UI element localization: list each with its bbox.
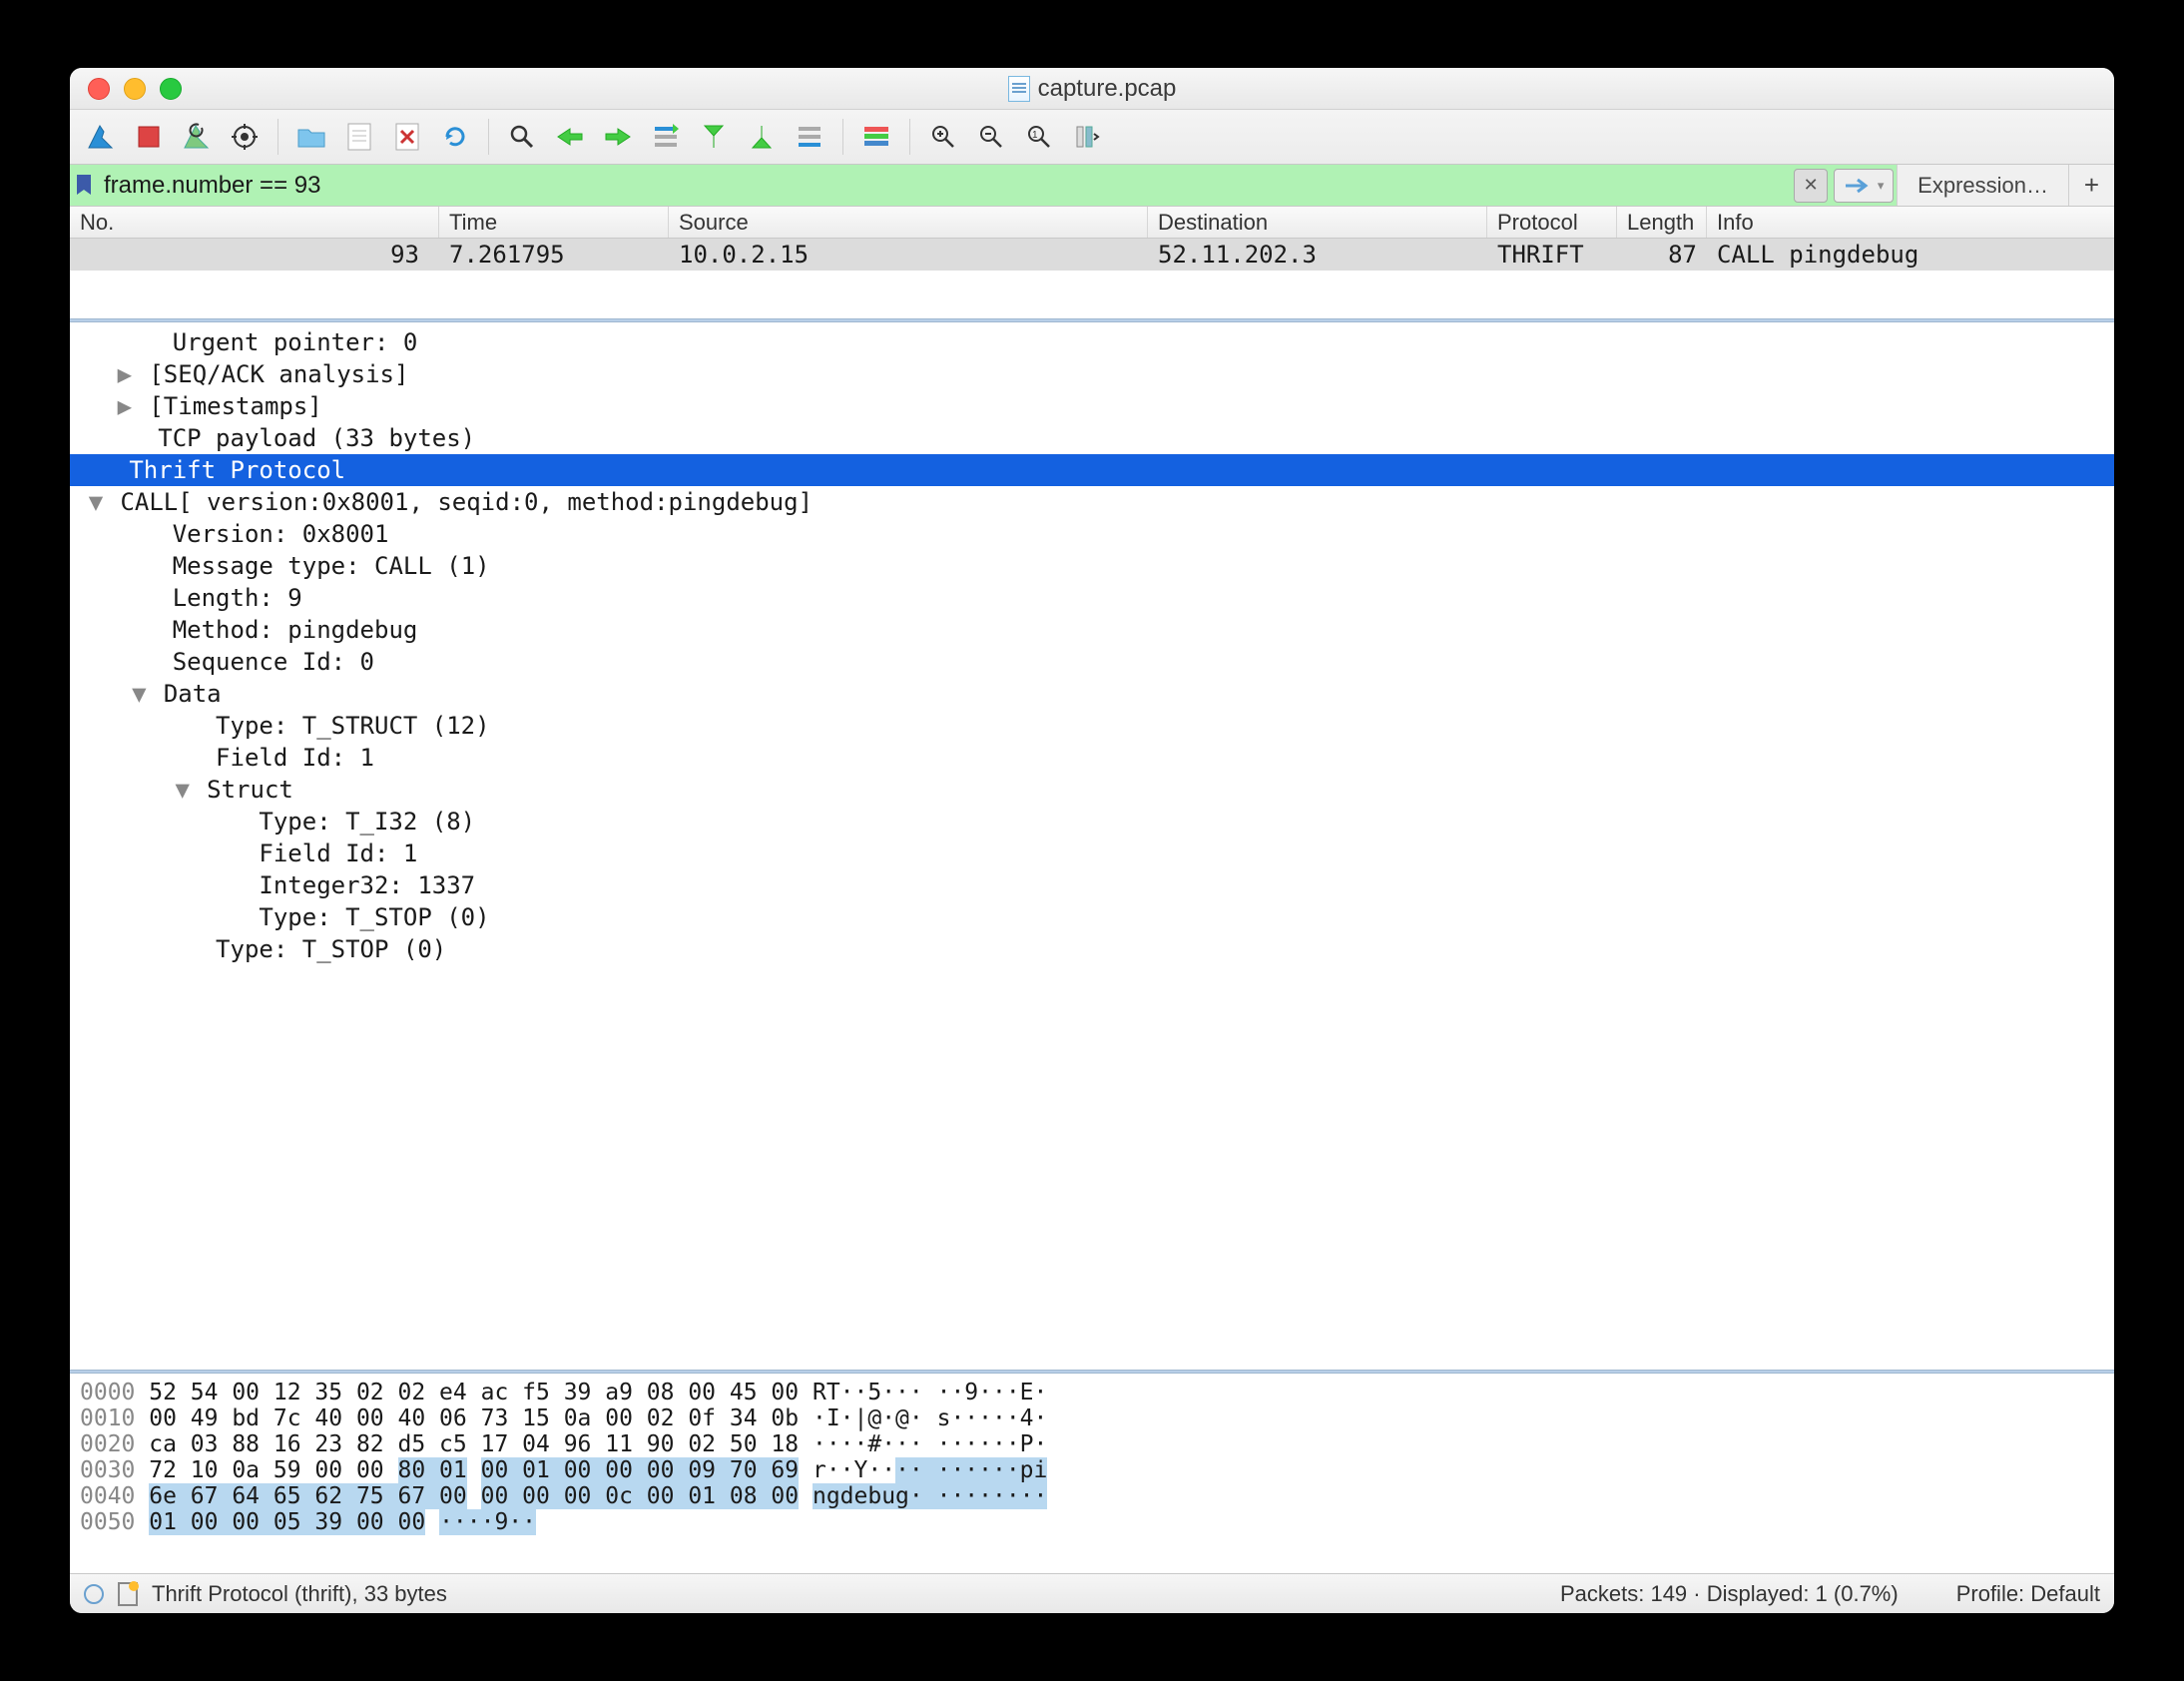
detail-row[interactable]: ▼ Data [70,678,2114,710]
titlebar: capture.pcap [70,68,2114,110]
packet-row[interactable]: 93 7.261795 10.0.2.15 52.11.202.3 THRIFT… [70,239,2114,271]
svg-text:1: 1 [1032,130,1038,141]
detail-row[interactable]: ▼ CALL[ version:0x8001, seqid:0, method:… [70,486,2114,518]
hex-row[interactable]: 0040 6e 67 64 65 62 75 67 00 00 00 00 0c… [80,1483,2104,1509]
col-time[interactable]: Time [439,207,669,238]
file-icon [1008,76,1030,102]
detail-row[interactable]: ▼ Struct [70,774,2114,806]
main-toolbar: 1 [70,110,2114,165]
detail-row[interactable]: Type: T_STRUCT (12) [70,710,2114,742]
packet-bytes[interactable]: 0000 52 54 00 12 35 02 02 e4 ac f5 39 a9… [70,1374,2114,1573]
open-file-icon[interactable] [290,116,332,158]
hex-row[interactable]: 0050 01 00 00 05 39 00 00 ····9·· [80,1509,2104,1535]
bookmark-icon[interactable] [70,175,98,197]
go-to-last-icon[interactable] [741,116,783,158]
hex-row[interactable]: 0010 00 49 bd 7c 40 00 40 06 73 15 0a 00… [80,1405,2104,1431]
cell-time: 7.261795 [439,239,669,271]
detail-row[interactable]: Type: T_STOP (0) [70,933,2114,965]
colorize-icon[interactable] [855,116,897,158]
detail-row[interactable]: Message type: CALL (1) [70,550,2114,582]
col-info[interactable]: Info [1707,207,2114,238]
detail-row[interactable]: TCP payload (33 bytes) [70,422,2114,454]
col-length[interactable]: Length [1617,207,1707,238]
auto-scroll-icon[interactable] [789,116,830,158]
reload-file-icon[interactable] [434,116,476,158]
cell-source: 10.0.2.15 [669,239,1148,271]
chevron-right-icon[interactable]: ▶ [115,359,135,389]
close-file-icon[interactable] [386,116,428,158]
go-back-icon[interactable] [549,116,591,158]
filter-input-wrap: ✕ ▾ [70,165,1897,206]
status-center: Packets: 149 · Displayed: 1 (0.7%) [1560,1581,1899,1607]
apply-filter-button[interactable]: ▾ [1834,169,1894,203]
packet-details[interactable]: Urgent pointer: 0 ▶ [SEQ/ACK analysis] ▶… [70,322,2114,1370]
detail-row[interactable]: Sequence Id: 0 [70,646,2114,678]
stop-capture-icon[interactable] [128,116,170,158]
chevron-down-icon[interactable]: ▼ [173,775,193,805]
detail-row[interactable]: ▶ [Timestamps] [70,390,2114,422]
detail-row[interactable]: Version: 0x8001 [70,518,2114,550]
resize-columns-icon[interactable] [1066,116,1108,158]
status-profile[interactable]: Profile: Default [1956,1581,2100,1607]
detail-row[interactable]: ▶ [SEQ/ACK analysis] [70,358,2114,390]
chevron-down-icon[interactable]: ▼ [86,487,106,517]
col-protocol[interactable]: Protocol [1487,207,1617,238]
expression-button[interactable]: Expression… [1897,165,2068,206]
chevron-right-icon[interactable]: ▶ [115,391,135,421]
go-forward-icon[interactable] [597,116,639,158]
detail-row-selected[interactable]: Thrift Protocol [70,454,2114,486]
col-destination[interactable]: Destination [1148,207,1487,238]
detail-row[interactable]: Integer32: 1337 [70,869,2114,901]
detail-row[interactable]: Type: T_I32 (8) [70,806,2114,838]
expert-info-icon[interactable] [84,1584,104,1604]
shark-fin-icon[interactable] [80,116,122,158]
app-window: capture.pcap 1 ✕ ▾ Exp [70,68,2114,1613]
zoom-out-icon[interactable] [970,116,1012,158]
detail-row[interactable]: Method: pingdebug [70,614,2114,646]
go-to-packet-icon[interactable] [645,116,687,158]
save-file-icon[interactable] [338,116,380,158]
cell-length: 87 [1617,239,1707,271]
detail-row[interactable]: Field Id: 1 [70,742,2114,774]
zoom-reset-icon[interactable]: 1 [1018,116,1060,158]
col-no[interactable]: No. [70,207,439,238]
detail-row[interactable]: Field Id: 1 [70,838,2114,869]
hex-row[interactable]: 0020 ca 03 88 16 23 82 d5 c5 17 04 96 11… [80,1431,2104,1457]
detail-row[interactable]: Urgent pointer: 0 [70,326,2114,358]
window-title: capture.pcap [1038,75,1177,103]
hex-row[interactable]: 0000 52 54 00 12 35 02 02 e4 ac f5 39 a9… [80,1380,2104,1405]
cell-info: CALL pingdebug [1707,239,2114,271]
capture-notes-icon[interactable] [118,1582,138,1606]
capture-options-icon[interactable] [224,116,266,158]
clear-filter-button[interactable]: ✕ [1794,169,1828,203]
go-to-first-icon[interactable] [693,116,735,158]
detail-row[interactable]: Type: T_STOP (0) [70,901,2114,933]
cell-destination: 52.11.202.3 [1148,239,1487,271]
packet-list-header: No. Time Source Destination Protocol Len… [70,207,2114,239]
restart-capture-icon[interactable] [176,116,218,158]
status-left: Thrift Protocol (thrift), 33 bytes [152,1581,447,1607]
zoom-in-icon[interactable] [922,116,964,158]
cell-no: 93 [70,239,439,271]
add-filter-button[interactable]: + [2068,165,2114,206]
col-source[interactable]: Source [669,207,1148,238]
packet-list[interactable]: 93 7.261795 10.0.2.15 52.11.202.3 THRIFT… [70,239,2114,318]
detail-row[interactable]: Length: 9 [70,582,2114,614]
hex-row[interactable]: 0030 72 10 0a 59 00 00 80 01 00 01 00 00… [80,1457,2104,1483]
display-filter-input[interactable] [98,168,1791,204]
window-title-wrap: capture.pcap [70,75,2114,103]
chevron-down-icon[interactable]: ▼ [129,679,149,709]
status-bar: Thrift Protocol (thrift), 33 bytes Packe… [70,1573,2114,1613]
display-filter-bar: ✕ ▾ Expression… + [70,165,2114,207]
cell-protocol: THRIFT [1487,239,1617,271]
find-packet-icon[interactable] [501,116,543,158]
